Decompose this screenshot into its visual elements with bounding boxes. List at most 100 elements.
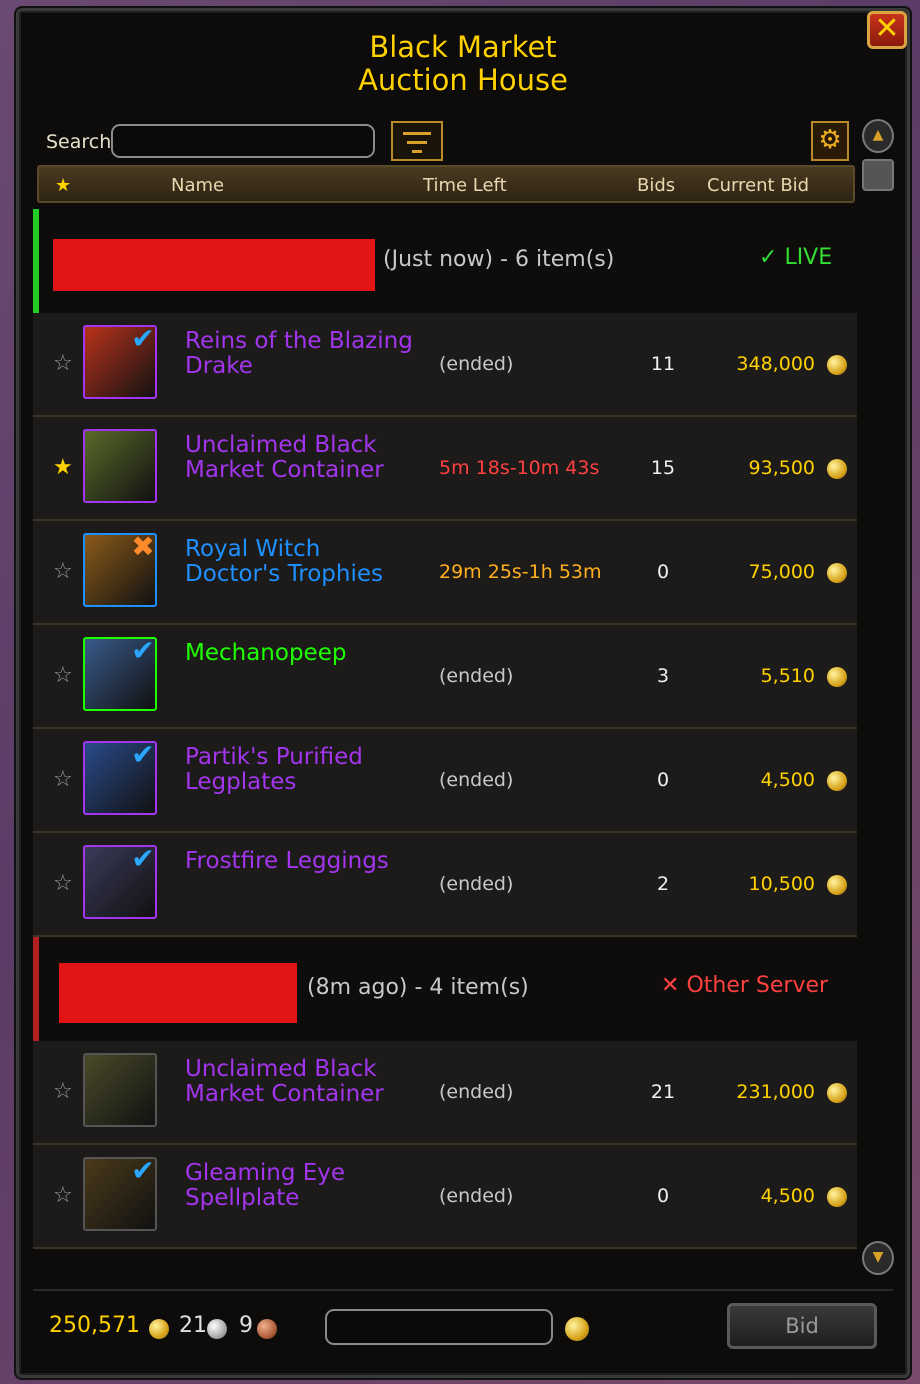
server-group-header[interactable]: (8m ago) - 4 item(s) ✕ Other Server [33,937,857,1041]
bid-count: 21 [650,1081,676,1103]
scroll-down-button[interactable]: ▼ [862,1241,894,1275]
sort-favorite-header[interactable]: ★ [55,175,71,196]
favorite-star-icon[interactable]: ☆ [53,871,73,896]
redacted-realm-name [59,963,297,1023]
table-row[interactable]: ☆ ✖ Royal Witch Doctor's Trophies 29m 25s-1h… [33,521,857,625]
current-bid: 4,500 [760,769,815,791]
time-left: (ended) [439,665,514,687]
item-icon[interactable] [83,429,157,503]
current-bid: 75,000 [748,561,815,583]
scroll-up-button[interactable]: ▲ [862,119,894,153]
item-name[interactable]: Royal Witch Doctor's Trophies [185,537,435,587]
sort-current-bid-header[interactable]: Current Bid [707,175,809,196]
item-name-line-2: Market Container [185,1081,384,1107]
gold-coin-icon [565,1317,589,1341]
item-name[interactable]: Frostfire Leggings [185,849,435,874]
collected-check-icon: ✔ [131,322,155,355]
filter-icon-line [407,141,427,144]
group-status: ✕ Other Server [661,973,828,998]
player-gold: 250,571 [49,1313,140,1338]
bid-button[interactable]: Bid [727,1303,877,1349]
gold-coin-icon [827,1083,847,1103]
auction-list[interactable]: (Just now) - 6 item(s) ✓ LIVE ☆ ✔ Reins of t… [33,209,857,1275]
item-name-line-1: Partik's Purified [185,744,363,770]
favorite-star-icon[interactable]: ☆ [53,663,73,688]
table-row[interactable]: ★ Unclaimed Black Market Container 5m 18s-1… [33,417,857,521]
item-name-line-1: Gleaming Eye [185,1160,346,1186]
item-name[interactable]: Gleaming Eye Spellplate [185,1161,435,1211]
item-name-line-2: Doctor's Trophies [185,561,383,587]
gold-coin-icon [149,1319,169,1339]
item-name-line-1: Reins of the Blazing [185,328,413,354]
favorite-star-icon[interactable]: ☆ [53,559,73,584]
time-left: (ended) [439,1185,514,1207]
gold-coin-icon [827,355,847,375]
item-name[interactable]: Mechanopeep [185,641,435,666]
table-row[interactable]: ☆ ✔ Frostfire Leggings (ended) 2 10,500 [33,833,857,937]
search-input[interactable] [111,124,375,158]
not-collected-x-icon: ✖ [131,530,155,563]
gold-coin-icon [827,771,847,791]
bid-amount-input[interactable] [325,1309,553,1345]
item-name[interactable]: Unclaimed Black Market Container [185,1057,435,1107]
server-group-header[interactable]: (Just now) - 6 item(s) ✓ LIVE [33,209,857,313]
table-row[interactable]: ☆ ✔ Gleaming Eye Spellplate (ended) 0 4,500 [33,1145,857,1249]
scrollbar-thumb[interactable] [862,159,894,191]
time-left: (ended) [439,1081,514,1103]
filter-icon-line [412,150,422,153]
item-name-line-1: Royal Witch [185,536,321,562]
group-info: (Just now) - 6 item(s) [383,247,615,272]
collected-check-icon: ✔ [131,634,155,667]
item-icon[interactable] [83,1053,157,1127]
current-bid: 348,000 [736,353,815,375]
sort-name-header[interactable]: Name [171,175,224,196]
time-left: 29m 25s-1h 53m [439,561,602,583]
title-line-1: Black Market [369,30,557,64]
gold-coin-icon [827,667,847,687]
group-status-bar [33,937,39,1041]
collected-check-icon: ✔ [131,738,155,771]
favorite-star-icon[interactable]: ☆ [53,1183,73,1208]
search-label: Search [46,131,112,153]
item-name-line-1: Unclaimed Black [185,432,377,458]
gold-coin-icon [827,1187,847,1207]
current-bid: 10,500 [748,873,815,895]
gold-coin-icon [827,563,847,583]
table-row[interactable]: ☆ ✔ Reins of the Blazing Drake (ended) 11 348,… [33,313,857,417]
current-bid: 5,510 [760,665,815,687]
close-x-icon: ✕ [874,11,900,46]
silver-coin-icon [207,1319,227,1339]
time-left: (ended) [439,353,514,375]
table-row[interactable]: ☆ Unclaimed Black Market Container (ended) 2… [33,1041,857,1145]
item-name[interactable]: Reins of the Blazing Drake [185,329,435,379]
sort-time-left-header[interactable]: Time Left [423,175,507,196]
sort-bids-header[interactable]: Bids [637,175,675,196]
bid-count: 3 [656,665,670,687]
item-name[interactable]: Unclaimed Black Market Container [185,433,435,483]
bid-count: 15 [650,457,676,479]
status-label: LIVE [784,245,833,270]
table-row[interactable]: ☆ ✔ Partik's Purified Legplates (ended) 0 4,50… [33,729,857,833]
filter-button[interactable] [391,121,443,161]
status-icon: ✕ [661,973,680,998]
favorite-star-icon[interactable]: ☆ [53,351,73,376]
group-status-bar [33,209,39,313]
table-row[interactable]: ☆ ✔ Mechanopeep (ended) 3 5,510 [33,625,857,729]
item-name-line-2: Market Container [185,457,384,483]
item-name-line-2: Spellplate [185,1185,300,1211]
gold-coin-icon [827,459,847,479]
favorite-star-icon[interactable]: ☆ [53,1079,73,1104]
chevron-up-icon: ▲ [872,127,884,143]
collected-check-icon: ✔ [131,1154,155,1187]
group-status: ✓ LIVE [759,245,832,270]
time-left: (ended) [439,769,514,791]
title-line-2: Auction House [358,63,568,97]
favorite-star-icon[interactable]: ★ [53,455,73,480]
close-button[interactable]: ✕ [867,11,907,49]
item-name[interactable]: Partik's Purified Legplates [185,745,435,795]
favorite-star-icon[interactable]: ☆ [53,767,73,792]
item-name-line-2: Legplates [185,769,297,795]
copper-coin-icon [257,1319,277,1339]
time-left: (ended) [439,873,514,895]
settings-button[interactable]: ⚙ [811,121,849,161]
